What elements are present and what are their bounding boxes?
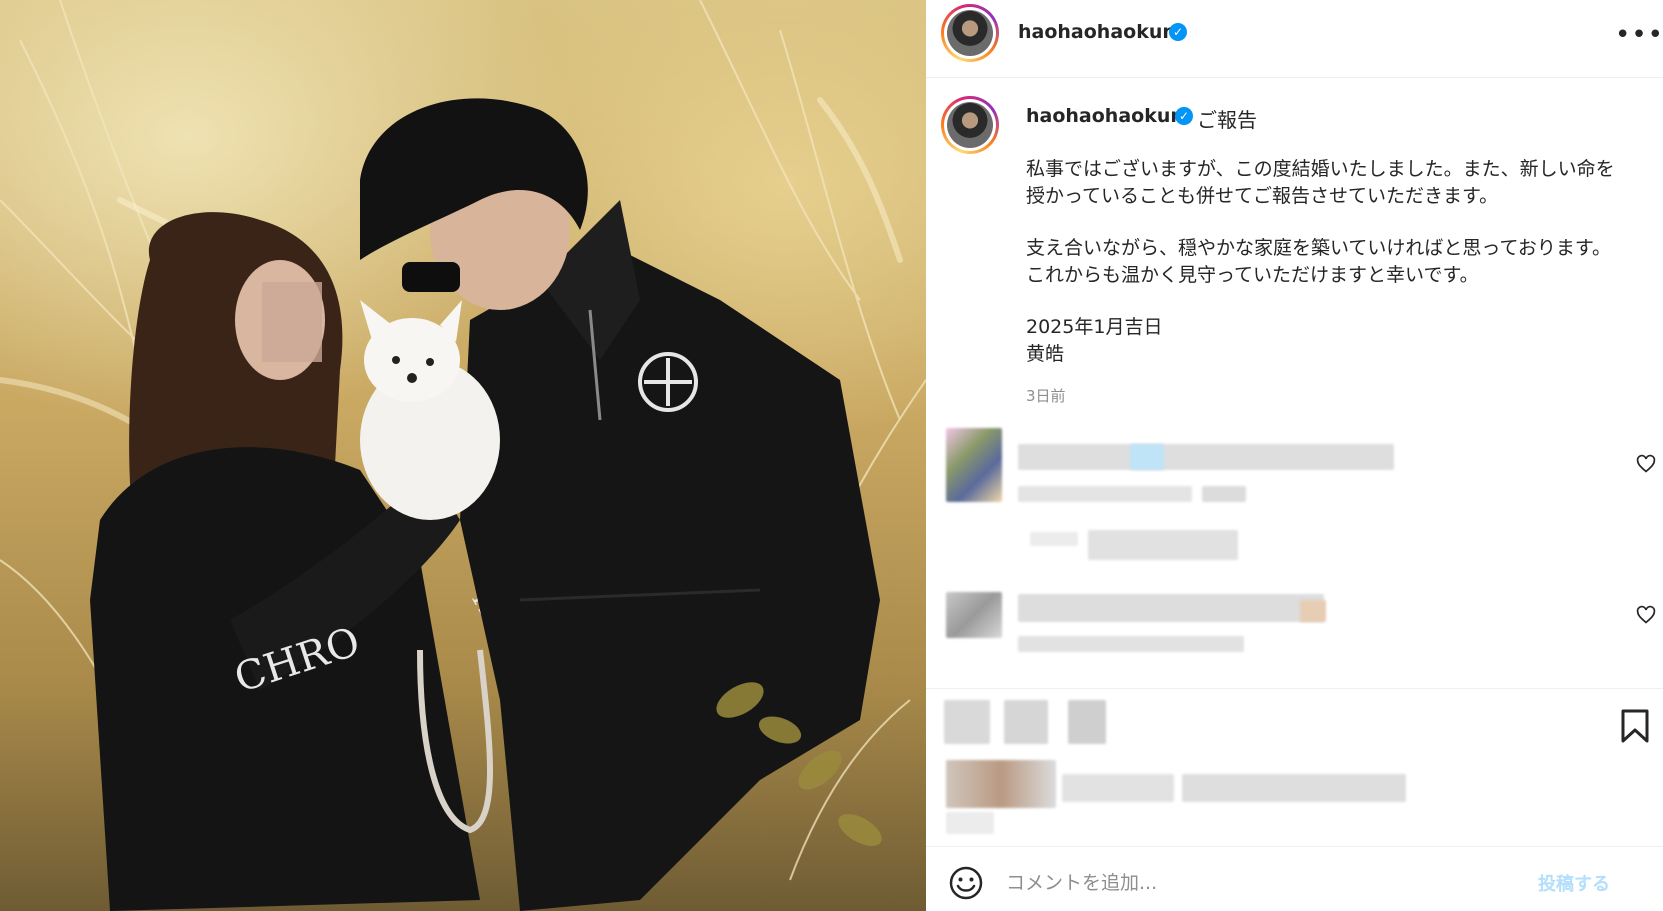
caption-username[interactable]: haohaohaokun bbox=[1026, 105, 1184, 127]
comment-input[interactable] bbox=[1006, 868, 1486, 898]
commenter-avatar[interactable] bbox=[946, 428, 1002, 502]
caption-signature: 黄皓 bbox=[1026, 343, 1065, 365]
comment-text bbox=[1018, 444, 1394, 470]
author-username[interactable]: haohaohaokun bbox=[1018, 21, 1176, 43]
comment-text bbox=[1018, 594, 1324, 622]
caption-body: 私事ではございますが、この度結婚いたしました。また、新しい命を授かっていることも… bbox=[1026, 156, 1626, 368]
verified-badge-icon: ✓ bbox=[1169, 23, 1187, 41]
caption-paragraph: 私事ではございますが、この度結婚いたしました。また、新しい命を授かっていることも… bbox=[1026, 158, 1615, 207]
like-comment-heart-icon[interactable] bbox=[1636, 605, 1656, 625]
comment-emoji bbox=[1130, 444, 1164, 470]
comment-meta bbox=[1018, 636, 1244, 652]
caption-title: ご報告 bbox=[1197, 108, 1257, 132]
comment-emoji bbox=[1300, 600, 1326, 622]
caption-verified-badge-icon: ✓ bbox=[1175, 107, 1193, 125]
like-comment-heart-icon[interactable] bbox=[1636, 454, 1656, 474]
share-send-icon[interactable] bbox=[1068, 700, 1106, 744]
comment-bubble-icon[interactable] bbox=[1004, 700, 1048, 744]
bookmark-icon[interactable] bbox=[1620, 709, 1650, 743]
caption-paragraph: 支え合いながら、穏やかな家庭を築いていければと思っております。これからも温かく見… bbox=[1026, 237, 1612, 286]
actions-divider bbox=[926, 688, 1663, 689]
view-replies-link[interactable] bbox=[1088, 530, 1238, 560]
liked-by-avatars[interactable] bbox=[946, 760, 1056, 808]
more-options-icon[interactable]: ••• bbox=[1615, 20, 1663, 50]
likes-subline bbox=[946, 812, 994, 834]
author-avatar[interactable] bbox=[941, 4, 999, 62]
comment-reply-link[interactable] bbox=[1202, 486, 1246, 502]
view-replies-line bbox=[1030, 532, 1078, 546]
liked-by-text[interactable] bbox=[1062, 774, 1174, 802]
caption-avatar[interactable] bbox=[941, 96, 999, 154]
like-post-heart-icon[interactable] bbox=[944, 700, 990, 744]
comment-meta bbox=[1018, 486, 1192, 502]
composer-divider bbox=[926, 846, 1663, 847]
post-comment-button[interactable]: 投稿する bbox=[1538, 870, 1610, 896]
header-divider bbox=[926, 77, 1663, 78]
post-time[interactable]: 3日前 bbox=[1026, 385, 1066, 406]
post-detail-panel: haohaohaokun ✓ ••• haohaohaokun ✓ ご報告 私事… bbox=[926, 0, 1663, 911]
caption-date: 2025年1月吉日 bbox=[1026, 316, 1163, 338]
likes-count[interactable] bbox=[1182, 774, 1406, 802]
photo-illustration: CHRO HEAR bbox=[0, 0, 926, 911]
smiley-icon[interactable] bbox=[948, 865, 984, 901]
post-photo: CHRO HEAR bbox=[0, 0, 926, 911]
commenter-avatar[interactable] bbox=[946, 592, 1002, 638]
